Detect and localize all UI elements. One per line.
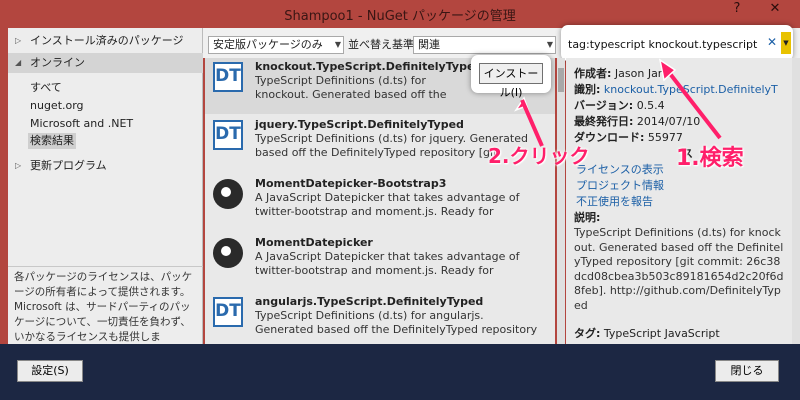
- chevron-down-icon: ◢: [15, 58, 22, 67]
- scrollbar-thumb[interactable]: [558, 68, 564, 92]
- package-name: angularjs.TypeScript.DefinitelyTyped: [255, 295, 484, 308]
- definitelytyped-icon: DT: [213, 120, 243, 150]
- detail-label: 識別:: [574, 83, 601, 96]
- detail-tags: タグ: TypeScript JavaScript: [574, 326, 720, 342]
- annotation-search: 1.検索: [676, 146, 744, 171]
- package-details-pane: 作成者: Jason Jarr 識別: knockout.TypeScript.…: [566, 58, 792, 344]
- chevron-right-icon: ▷: [15, 36, 22, 45]
- detail-id: 識別: knockout.TypeScript.DefinitelyT: [574, 82, 778, 98]
- moment-package-icon: [213, 238, 243, 268]
- package-item[interactable]: MomentDatepicker A JavaScript Datepicker…: [205, 234, 555, 290]
- definitelytyped-icon: DT: [213, 297, 243, 327]
- tree-node-label: 更新プログラム: [30, 159, 107, 172]
- project-info-link[interactable]: プロジェクト情報: [576, 178, 664, 194]
- search-dropdown-icon[interactable]: ▼: [781, 32, 791, 54]
- report-abuse-link[interactable]: 不正使用を報告: [576, 194, 653, 210]
- dropdown-arrow-icon: ▼: [334, 40, 341, 49]
- tree-node-online[interactable]: ◢ オンライン: [8, 53, 203, 73]
- package-name: MomentDatepicker-Bootstrap3: [255, 177, 447, 190]
- package-description: A JavaScript Datepicker that takes advan…: [255, 250, 520, 277]
- window-close-button[interactable]: ✕: [750, 0, 800, 20]
- search-highlight: ✕ ▼: [561, 25, 793, 61]
- close-dialog-button[interactable]: 閉じる: [715, 360, 779, 382]
- detail-label: 最終発行日:: [574, 115, 634, 128]
- chevron-right-icon: ▷: [15, 161, 22, 170]
- install-button[interactable]: インストール(I): [479, 63, 543, 99]
- icon-glyph: DT: [215, 124, 241, 144]
- package-list-scrollbar[interactable]: [557, 58, 565, 344]
- detail-description: TypeScript Definitions (d.ts) for knocko…: [574, 226, 784, 312]
- detail-downloads: ダウンロード: 55977: [574, 130, 683, 146]
- detail-label: 説明:: [574, 211, 601, 224]
- help-button[interactable]: ?: [725, 0, 749, 20]
- nuget-dialog: Shampoo1 - NuGet パッケージの管理 ? ✕ ▷ インストール済み…: [0, 0, 800, 400]
- license-notice: 各パッケージのライセンスは、パッケージの所有者によって提供されます。Micros…: [8, 266, 203, 344]
- detail-value: 0.5.4: [636, 99, 665, 112]
- tree-node-label: インストール済みのパッケージ: [30, 34, 184, 47]
- package-name: knockout.TypeScript.DefinitelyTyped: [255, 60, 483, 73]
- settings-button[interactable]: 設定(S): [17, 360, 83, 382]
- package-name: MomentDatepicker: [255, 236, 373, 249]
- package-description: TypeScript Definitions (d.ts) for angula…: [255, 309, 538, 336]
- detail-label: タグ:: [574, 327, 601, 340]
- detail-value: TypeScript JavaScript: [603, 327, 720, 340]
- detail-value: Jason Jarr: [614, 67, 667, 80]
- title-bar: Shampoo1 - NuGet パッケージの管理 ? ✕: [0, 0, 800, 26]
- package-id-link[interactable]: knockout.TypeScript.DefinitelyT: [604, 83, 778, 96]
- tree-item-search-results[interactable]: 検索結果: [28, 133, 76, 149]
- sort-label: 並べ替え基準:: [348, 38, 418, 51]
- filter-dropdown[interactable]: 安定版パッケージのみ ▼: [208, 36, 344, 54]
- detail-published: 最終発行日: 2014/07/10: [574, 114, 700, 130]
- annotation-click: 2.クリック: [488, 144, 590, 168]
- tree-item-microsoft[interactable]: Microsoft and .NET: [30, 116, 133, 132]
- detail-label: 作成者:: [574, 67, 612, 80]
- dropdown-arrow-icon: ▼: [546, 40, 553, 49]
- package-item[interactable]: MomentDatepicker-Bootstrap3 A JavaScript…: [205, 175, 555, 231]
- search-input[interactable]: [568, 34, 764, 54]
- detail-value: 2014/07/10: [636, 115, 701, 128]
- sort-dropdown-value: 関連: [418, 38, 440, 51]
- install-highlight: インストール(I): [471, 55, 551, 99]
- detail-description-label: 説明:: [574, 210, 600, 226]
- package-name: jquery.TypeScript.DefinitelyTyped: [255, 118, 464, 131]
- detail-author: 作成者: Jason Jarr: [574, 66, 667, 82]
- icon-glyph: DT: [215, 66, 241, 86]
- moment-package-icon: [213, 179, 243, 209]
- dialog-footer: [0, 344, 800, 400]
- definitelytyped-icon: DT: [213, 62, 243, 92]
- tree-item-nuget-org[interactable]: nuget.org: [30, 98, 84, 114]
- details-scrollbar[interactable]: [792, 58, 800, 344]
- tree-item-all[interactable]: すべて: [30, 80, 62, 96]
- tree-node-label: オンライン: [30, 56, 85, 69]
- filter-dropdown-value: 安定版パッケージのみ: [213, 38, 323, 51]
- window-title: Shampoo1 - NuGet パッケージの管理: [284, 9, 516, 24]
- tree-node-updates[interactable]: ▷ 更新プログラム: [8, 156, 203, 176]
- detail-label: バージョン:: [574, 99, 634, 112]
- clear-search-icon[interactable]: ✕: [767, 35, 777, 49]
- sort-dropdown[interactable]: 関連 ▼: [413, 36, 556, 54]
- source-tree-pane: ▷ インストール済みのパッケージ ◢ オンライン すべて nuget.org M…: [8, 28, 203, 344]
- package-description: A JavaScript Datepicker that takes advan…: [255, 191, 520, 218]
- detail-version: バージョン: 0.5.4: [574, 98, 665, 114]
- package-description: TypeScript Definitions (d.ts) for knocko…: [255, 74, 447, 101]
- tree-node-installed[interactable]: ▷ インストール済みのパッケージ: [8, 31, 203, 51]
- package-item[interactable]: DT angularjs.TypeScript.DefinitelyTyped …: [205, 293, 555, 344]
- icon-glyph: DT: [215, 301, 241, 321]
